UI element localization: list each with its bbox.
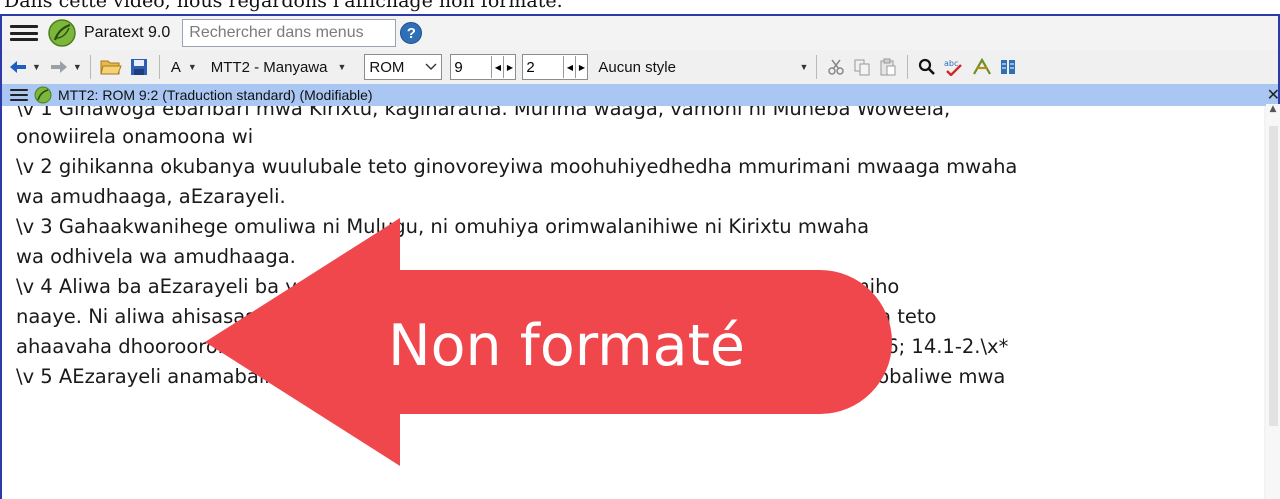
copy-icon[interactable] [851, 54, 873, 80]
project-name: MTT2 - Manyawa [210, 58, 328, 76]
chevron-down-icon: ▼ [799, 62, 809, 72]
scrollbar-thumb[interactable] [1269, 126, 1278, 426]
menu-search-input[interactable] [182, 19, 397, 47]
editor-line[interactable]: \v 2 gihikanna okubanya wuulubale teto g… [16, 152, 1017, 182]
open-folder-icon[interactable] [99, 54, 123, 80]
project-selector[interactable]: MTT2 - Manyawa ▼ [211, 54, 347, 80]
parallel-passages-icon[interactable] [998, 54, 1018, 80]
search-icon[interactable] [916, 54, 938, 80]
paratext-window: Paratext 9.0 ? ▼ ▼ A ▼ MTT2 - Manyawa ▼ … [0, 14, 1280, 499]
font-button[interactable]: A [168, 54, 184, 80]
chapter-input[interactable] [451, 56, 492, 78]
scroll-up-icon[interactable]: ▲ [1266, 104, 1280, 118]
toolbar-separator [89, 55, 91, 79]
editor-line[interactable]: \v 3 Gahaakwanihege omuliwa ni Mulugu, n… [16, 212, 869, 242]
verse-stepper[interactable]: ◀ ▶ [522, 54, 589, 80]
style-selector[interactable]: Aucun style ▼ [598, 54, 808, 80]
chapter-next-icon[interactable]: ▶ [503, 56, 515, 78]
forward-arrow-icon[interactable] [49, 54, 69, 80]
video-caption: Dans cette vidéo, nous regardons l'affic… [4, 0, 563, 12]
title-bar: Paratext 9.0 ? [2, 16, 1278, 50]
biblical-terms-icon[interactable] [970, 54, 994, 80]
chevron-down-icon [425, 63, 437, 70]
chevron-down-icon: ▼ [337, 62, 347, 72]
verse-next-icon[interactable]: ▶ [575, 56, 587, 78]
panel-title: MTT2: ROM 9:2 (Traduction standard) (Mod… [58, 87, 373, 103]
paratext-logo-icon [48, 19, 76, 47]
cut-icon[interactable] [825, 54, 847, 80]
book-selector[interactable]: ROM [364, 54, 443, 80]
paste-icon[interactable] [877, 54, 899, 80]
text-panel-header: MTT2: ROM 9:2 (Traduction standard) (Mod… [2, 84, 1278, 106]
close-icon[interactable]: ✕ [1267, 85, 1278, 105]
chapter-prev-icon[interactable]: ◀ [491, 56, 503, 78]
app-name: Paratext 9.0 [84, 24, 171, 41]
editor-line[interactable]: onowiirela onamoona wi [16, 122, 253, 152]
back-dropdown-icon[interactable]: ▼ [32, 62, 41, 72]
overlay-label: Non formaté [388, 313, 746, 379]
paratext-logo-icon [34, 86, 52, 104]
font-label: A [170, 58, 181, 76]
verse-input[interactable] [523, 56, 564, 78]
editor-scrollbar[interactable]: ▲ [1266, 104, 1280, 499]
book-value: ROM [369, 58, 405, 76]
main-toolbar: ▼ ▼ A ▼ MTT2 - Manyawa ▼ ROM ◀ ▶ ◀ [2, 50, 1278, 84]
font-dropdown-icon[interactable]: ▼ [188, 62, 197, 72]
toolbar-separator [907, 55, 909, 79]
main-menu-icon[interactable] [10, 22, 38, 44]
panel-menu-icon[interactable] [10, 88, 28, 102]
back-arrow-icon[interactable] [8, 54, 28, 80]
forward-dropdown-icon[interactable]: ▼ [73, 62, 82, 72]
verse-prev-icon[interactable]: ◀ [563, 56, 575, 78]
style-value: Aucun style [598, 58, 676, 76]
svg-text:abc: abc [944, 59, 958, 68]
editor-line[interactable]: wa odhivela wa amudhaaga. [16, 242, 296, 272]
toolbar-separator [158, 55, 160, 79]
editor-line[interactable]: \v 4 Aliwa ba aEzarayeli ba yaathanliwe … [16, 272, 899, 302]
editor-line[interactable]: wa amudhaaga, aEzarayeli. [16, 182, 286, 212]
save-icon[interactable] [127, 54, 151, 80]
text-editor[interactable]: \v 1 Ginawoga ebaribari mwa Kirixtu, kag… [2, 106, 1264, 499]
help-icon[interactable]: ? [400, 22, 423, 44]
toolbar-separator [816, 55, 818, 79]
spell-check-icon[interactable]: abc [942, 54, 966, 80]
chapter-stepper[interactable]: ◀ ▶ [450, 54, 517, 80]
